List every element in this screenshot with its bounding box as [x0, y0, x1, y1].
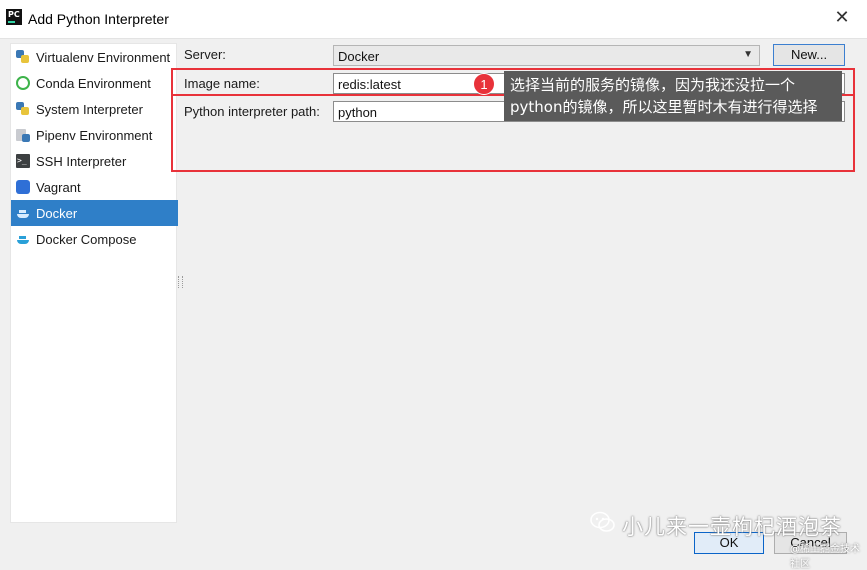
step-badge: 1 — [473, 73, 495, 95]
window-title: Add Python Interpreter — [28, 11, 169, 27]
conda-icon — [16, 76, 30, 90]
sidebar-item-docker[interactable]: Docker — [11, 200, 178, 226]
sidebar-item-virtualenv[interactable]: Virtualenv Environment — [11, 44, 178, 70]
sidebar-item-label: Pipenv Environment — [36, 127, 153, 143]
terminal-icon: >_ — [16, 154, 30, 168]
virtualenv-icon — [16, 50, 30, 64]
sidebar-item-conda[interactable]: Conda Environment — [11, 70, 178, 96]
sidebar-item-label: Vagrant — [36, 179, 81, 195]
watermark-subtext: @稀土掘金技术社区 — [790, 544, 860, 570]
watermark-text: 小儿来一壶枸杞酒泡茶 — [622, 515, 842, 539]
sidebar-item-ssh[interactable]: >_ SSH Interpreter — [11, 148, 178, 174]
callout-line-2: python的镜像，所以这里暂时木有进行得选择 — [510, 98, 818, 116]
server-label: Server: — [184, 47, 226, 62]
sidebar-item-label: Docker — [36, 205, 78, 221]
docker-icon — [16, 206, 30, 220]
sidebar-item-label: SSH Interpreter — [36, 153, 127, 169]
chevron-down-icon: ▼ — [743, 49, 753, 60]
sidebar-item-label: System Interpreter — [36, 101, 143, 117]
sidebar-item-system[interactable]: System Interpreter — [11, 96, 178, 122]
interpreter-type-list: Virtualenv Environment Conda Environment… — [10, 43, 178, 523]
new-server-button[interactable]: New... — [773, 44, 845, 66]
pipenv-icon — [16, 128, 30, 142]
annotation-callout: 选择当前的服务的镜像，因为我还没拉一个 python的镜像，所以这里暂时木有进行… — [504, 71, 842, 121]
sidebar-item-docker-compose[interactable]: Docker Compose — [11, 226, 178, 252]
sidebar-item-label: Docker Compose — [36, 231, 137, 247]
sidebar-item-vagrant[interactable]: Vagrant — [11, 174, 178, 200]
panel-splitter-handle[interactable] — [178, 276, 183, 288]
python-icon — [16, 102, 30, 116]
sidebar-item-pipenv[interactable]: Pipenv Environment — [11, 122, 178, 148]
docker-compose-icon — [16, 232, 30, 246]
callout-line-1: 选择当前的服务的镜像，因为我还没拉一个 — [510, 76, 796, 94]
close-button[interactable]: ✕ — [833, 8, 851, 26]
pycharm-app-icon: PC — [6, 9, 22, 25]
server-select[interactable]: Docker ▼ — [333, 45, 760, 66]
server-value: Docker — [338, 49, 380, 64]
vagrant-icon — [16, 180, 30, 194]
wechat-icon — [590, 511, 615, 532]
sidebar-item-label: Virtualenv Environment — [36, 49, 171, 65]
title-bar: PC Add Python Interpreter ✕ — [0, 0, 867, 39]
sidebar-item-label: Conda Environment — [36, 75, 151, 91]
